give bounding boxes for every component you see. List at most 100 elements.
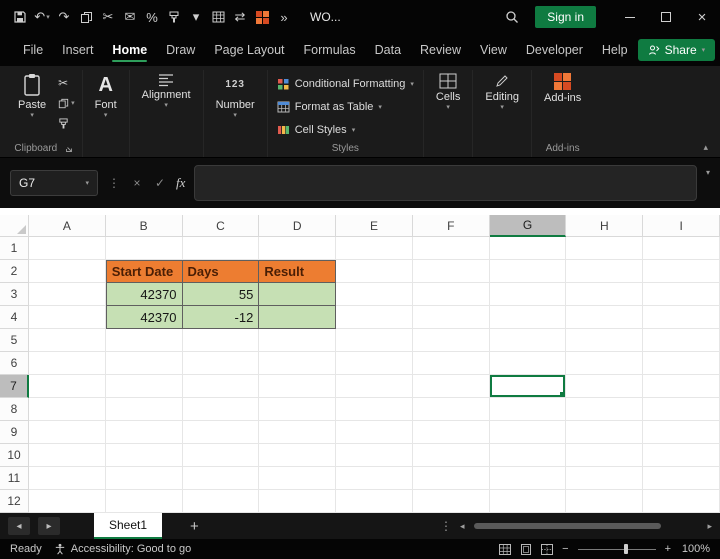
ribbon-tab-draw[interactable]: Draw — [157, 35, 204, 65]
cell-F8[interactable] — [412, 398, 490, 421]
cell-D4[interactable] — [259, 306, 337, 329]
save-icon[interactable] — [10, 6, 30, 28]
cell-A5[interactable] — [29, 329, 106, 352]
new-sheet-button[interactable]: + — [190, 518, 199, 535]
page-layout-view-icon[interactable] — [520, 543, 532, 555]
search-icon[interactable] — [497, 0, 527, 34]
alignment-menu-button[interactable]: Alignment ▾ — [135, 70, 198, 111]
ribbon-tab-help[interactable]: Help — [593, 35, 637, 65]
cell-C4[interactable]: -12 — [182, 306, 260, 329]
cell-G1[interactable] — [489, 237, 567, 260]
cell-D9[interactable] — [259, 421, 337, 444]
cell-B8[interactable] — [105, 398, 183, 421]
addins-grid-icon[interactable] — [252, 6, 272, 28]
cell-B1[interactable] — [105, 237, 183, 260]
cell-H10[interactable] — [566, 444, 644, 467]
cell-B7[interactable] — [105, 375, 183, 398]
table-icon[interactable] — [208, 6, 228, 28]
format-painter-icon[interactable] — [164, 6, 184, 28]
cell-G10[interactable] — [489, 444, 567, 467]
cell-H9[interactable] — [566, 421, 644, 444]
cell-C11[interactable] — [182, 467, 260, 490]
cell-D6[interactable] — [259, 352, 337, 375]
insert-function-icon[interactable]: fx — [176, 175, 185, 191]
formula-input[interactable] — [194, 165, 697, 201]
cell-F9[interactable] — [412, 421, 490, 444]
cell-E7[interactable] — [336, 375, 413, 398]
minimize-button[interactable] — [612, 0, 648, 34]
ribbon-tab-page-layout[interactable]: Page Layout — [205, 35, 293, 65]
cell-B6[interactable] — [105, 352, 183, 375]
row-header-7[interactable]: 7 — [0, 375, 29, 398]
font-menu-button[interactable]: A Font ▾ — [88, 70, 124, 121]
undo-icon[interactable]: ↶ ▾ — [32, 6, 52, 28]
cell-E3[interactable] — [336, 283, 413, 306]
column-header-B[interactable]: B — [105, 215, 183, 237]
cell-E11[interactable] — [336, 467, 413, 490]
scroll-left-icon[interactable]: ◂ — [460, 521, 465, 532]
expand-formula-bar-icon[interactable]: ▾ — [706, 168, 710, 177]
zoom-in-button[interactable]: + — [665, 543, 671, 555]
row-header-10[interactable]: 10 — [0, 444, 29, 467]
copy-button[interactable]: ▾ — [56, 95, 77, 111]
cell-A12[interactable] — [29, 490, 106, 513]
redo-icon[interactable]: ↷ — [54, 6, 74, 28]
cell-C12[interactable] — [182, 490, 260, 513]
cell-I6[interactable] — [643, 352, 720, 375]
cell-D5[interactable] — [259, 329, 337, 352]
cell-A11[interactable] — [29, 467, 106, 490]
conditional-formatting-button[interactable]: Conditional Formatting ▾ — [273, 73, 418, 94]
ribbon-tab-formulas[interactable]: Formulas — [295, 35, 365, 65]
column-header-F[interactable]: F — [412, 215, 490, 237]
mail-icon[interactable]: ✉ — [120, 6, 140, 28]
accessibility-status[interactable]: Accessibility: Good to go — [54, 543, 191, 555]
addins-button[interactable]: Add-ins — [537, 70, 588, 107]
cell-I12[interactable] — [643, 490, 720, 513]
page-break-view-icon[interactable] — [541, 543, 554, 555]
cells-menu-button[interactable]: Cells ▾ — [429, 70, 467, 113]
cell-C5[interactable] — [182, 329, 260, 352]
cell-A8[interactable] — [29, 398, 106, 421]
cell-E6[interactable] — [336, 352, 413, 375]
cell-F6[interactable] — [412, 352, 490, 375]
cell-A6[interactable] — [29, 352, 106, 375]
cell-E4[interactable] — [336, 306, 413, 329]
zoom-slider[interactable] — [577, 544, 656, 554]
row-header-9[interactable]: 9 — [0, 421, 29, 444]
share-button[interactable]: Share ▾ — [637, 39, 716, 61]
cell-D7[interactable] — [259, 375, 337, 398]
cell-H2[interactable] — [566, 260, 644, 283]
cell-A2[interactable] — [29, 260, 106, 283]
cell-I8[interactable] — [643, 398, 720, 421]
cell-B11[interactable] — [105, 467, 183, 490]
cell-F7[interactable] — [412, 375, 490, 398]
close-button[interactable]: × — [684, 0, 720, 34]
cell-B9[interactable] — [105, 421, 183, 444]
cell-D2[interactable]: Result — [259, 260, 337, 283]
cell-H7[interactable] — [566, 375, 644, 398]
cell-H3[interactable] — [566, 283, 644, 306]
cell-I4[interactable] — [643, 306, 720, 329]
cell-H1[interactable] — [566, 237, 644, 260]
cell-B4[interactable]: 42370 — [105, 306, 183, 329]
cell-F11[interactable] — [412, 467, 490, 490]
ribbon-tab-view[interactable]: View — [471, 35, 516, 65]
cell-D1[interactable] — [259, 237, 337, 260]
cell-I10[interactable] — [643, 444, 720, 467]
zoom-slider-thumb[interactable] — [624, 544, 629, 554]
editing-menu-button[interactable]: Editing ▾ — [478, 70, 526, 113]
cell-C10[interactable] — [182, 444, 260, 467]
cell-D3[interactable] — [259, 283, 337, 306]
cell-F1[interactable] — [412, 237, 490, 260]
cell-F10[interactable] — [412, 444, 490, 467]
qat-dropdown-icon[interactable]: ▾ — [186, 6, 206, 28]
column-header-H[interactable]: H — [566, 215, 644, 237]
cell-G6[interactable] — [489, 352, 567, 375]
cell-I2[interactable] — [643, 260, 720, 283]
swap-icon[interactable]: ⇄ — [230, 6, 250, 28]
cell-B12[interactable] — [105, 490, 183, 513]
cell-D12[interactable] — [259, 490, 337, 513]
cell-D10[interactable] — [259, 444, 337, 467]
cell-A10[interactable] — [29, 444, 106, 467]
cell-B5[interactable] — [105, 329, 183, 352]
